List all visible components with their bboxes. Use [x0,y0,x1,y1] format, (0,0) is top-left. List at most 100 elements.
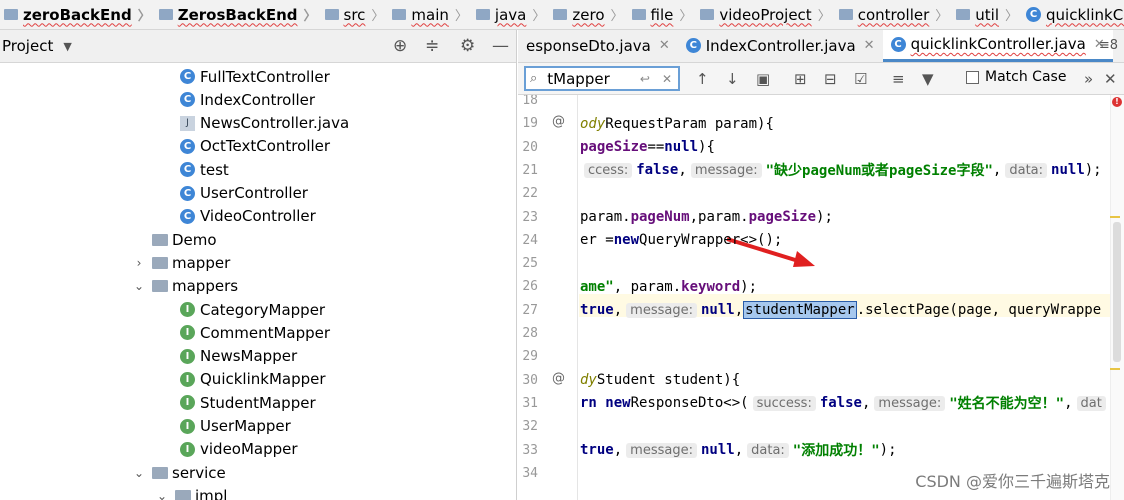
close-find-icon[interactable]: ✕ [1104,70,1117,88]
chevron-down-icon[interactable]: ▼ [63,40,71,53]
collapse-icon[interactable]: ≑ [425,36,439,56]
find-bar: ⌕ tMapper ↩ ✕ ↑ ↓ ▣ ⊞ ⊟ ☑ ≡ ▼ Match Case… [518,63,1124,95]
breadcrumb-item[interactable]: util 〉 [952,5,1022,24]
code-line[interactable]: ody RequestParam param){ [580,112,774,135]
breadcrumb-item[interactable]: CquicklinkController [1022,6,1124,24]
tree-item[interactable]: C VideoController [180,205,316,228]
error-icon[interactable]: ! [1112,97,1122,107]
tree-item[interactable]: I CommentMapper [180,321,330,344]
next-occurrence-icon[interactable]: ↓ [726,70,739,88]
more-options-icon[interactable]: » [1084,70,1093,88]
hide-icon[interactable]: — [492,36,509,56]
editor-tab[interactable]: CquicklinkController.java ✕ [882,30,1113,62]
filter-icon[interactable]: ▼ [922,70,934,88]
tree-item[interactable]: ⌄ service [132,461,226,484]
tree-item[interactable]: › mapper [132,251,231,274]
class-icon: C [180,138,195,154]
code-area[interactable]: 18 19 @20 21 22 23 24 25 26 27 28 29 30 @31 32 33 34 ! o… [518,95,1124,500]
tree-item[interactable]: C FullTextController [180,65,330,88]
breadcrumb-label: src [343,5,366,24]
remove-occurrence-icon[interactable]: ⊟ [824,70,837,88]
code-line[interactable]: pageSize == null){ [580,136,715,159]
tree-item[interactable]: IvideoMapper [180,438,298,461]
chevron-down-icon[interactable]: ⌄ [155,489,169,500]
tree-item-label: videoMapper [200,440,298,459]
editor-tab[interactable]: esponseDto.java ✕ [518,30,678,62]
tree-item[interactable]: Ctest [180,158,229,181]
tree-item[interactable]: I StudentMapper [180,391,316,414]
match-case-option[interactable]: Match Case [966,69,1066,85]
code-line[interactable]: true, message: null, data: "添加成功！"); [580,439,897,462]
clear-icon[interactable]: ✕ [662,72,672,86]
warning-marker[interactable] [1110,368,1120,370]
close-tab-icon[interactable]: ✕ [864,38,875,53]
line-number: 20 [522,139,538,155]
filter-options-icon[interactable]: ≡ [892,70,905,88]
error-stripe[interactable]: ! [1110,95,1124,500]
tree-item[interactable]: C OctTextController [180,135,330,158]
breadcrumb-item[interactable]: file 〉 [628,5,697,24]
tree-item[interactable]: I QuicklinkMapper [180,368,326,391]
tree-item[interactable]: ⌄ impl [155,484,227,500]
code-line[interactable]: dy Student student){ [580,369,740,392]
select-all-occurrences-icon[interactable]: ▣ [756,70,770,88]
match-case-checkbox[interactable] [966,70,979,84]
tree-item-label: IndexController [200,90,316,109]
line-number: 27 [522,302,538,318]
close-tab-icon[interactable]: ✕ [659,38,670,53]
breadcrumb-item[interactable]: zeroBackEnd 〉 [0,5,155,24]
tree-item[interactable]: I CategoryMapper [180,298,325,321]
code-line[interactable]: true, message: null, studentMapper .select… [580,299,1101,322]
scrollbar-thumb[interactable] [1113,222,1121,362]
chevron-right-icon: 〉 [817,9,831,24]
tree-item[interactable]: I UserMapper [180,415,291,438]
code-line[interactable]: param. pageNum ,param. pageSize); [580,206,833,229]
tree-item[interactable]: I NewsMapper [180,345,297,368]
tree-item[interactable]: C IndexController [180,88,315,111]
find-input-value[interactable]: tMapper [547,70,634,88]
folder-icon [475,9,490,20]
chevron-down-icon[interactable]: ⌄ [132,279,146,293]
previous-occurrence-icon[interactable]: ↑ [696,70,709,88]
gear-icon[interactable]: ⚙ [460,36,475,56]
tree-item-label: mapper [172,253,231,272]
select-occurrences-icon[interactable]: ☑ [854,70,867,88]
annotation-marker-icon[interactable]: @ [552,114,565,129]
breadcrumb-item[interactable]: zero 〉 [549,5,627,24]
code-line[interactable]: er = new QueryWrapper<>(); [580,229,782,252]
folder-icon [700,9,715,20]
breadcrumb-label: util [975,5,1000,24]
tree-item[interactable]: ⌄ mappers [132,275,238,298]
annotation-marker-icon[interactable]: @ [552,371,565,386]
tree-item[interactable]: C UserController [180,182,308,205]
code-line[interactable]: ame", param. keyword); [580,275,757,298]
project-title[interactable]: Project [0,37,53,55]
tab-label: IndexController.java [705,36,856,55]
new-line-icon[interactable]: ↩ [640,72,650,86]
add-occurrence-icon[interactable]: ⊞ [794,70,807,88]
breadcrumb-item[interactable]: java 〉 [472,5,549,24]
find-input[interactable]: ⌕ tMapper ↩ ✕ [524,66,680,91]
class-icon: C [180,92,195,108]
breadcrumb-item[interactable]: main 〉 [388,5,472,24]
chevron-down-icon[interactable]: ⌄ [132,466,146,480]
warning-marker[interactable] [1110,216,1120,218]
chevron-right-icon: 〉 [935,9,949,24]
breadcrumb-item[interactable]: ZerosBackEnd 〉 [155,5,321,24]
code-line[interactable]: rn new ResponseDto<>( success: false, mes… [580,392,1110,415]
line-number: 22 [522,186,538,202]
tabs-overflow-button[interactable]: ≡8 [1099,38,1118,53]
tree-item[interactable]: Demo [132,228,217,251]
target-icon[interactable]: ⊕ [393,36,407,56]
tree-item-label: test [200,160,229,179]
chevron-right-icon[interactable]: › [132,256,146,270]
code-line[interactable]: ccess: false, message: "缺少pageNum或者pageSiz… [580,159,1102,182]
breadcrumb-item[interactable]: controller 〉 [835,5,953,24]
breadcrumb-item[interactable]: videoProject 〉 [696,5,834,24]
interface-icon: I [180,371,195,387]
tree-item-label: NewsController.java [200,114,350,133]
chevron-right-icon: 〉 [454,9,468,24]
breadcrumb-item[interactable]: src 〉 [321,5,389,24]
editor-tab[interactable]: C IndexController.java ✕ [678,30,883,62]
tree-item[interactable]: J NewsController.java [180,112,349,135]
